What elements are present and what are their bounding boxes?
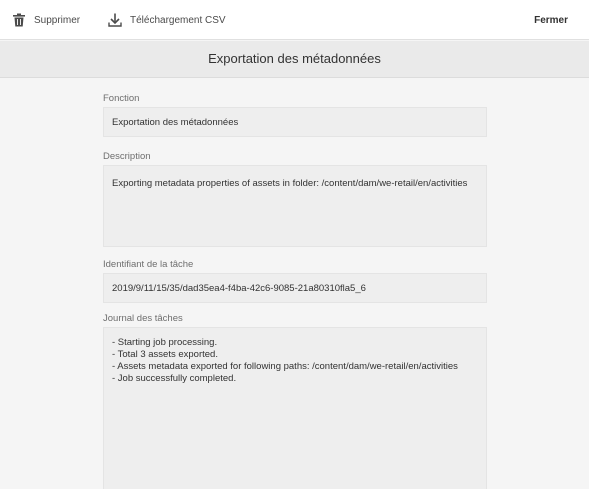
download-csv-label: Téléchargement CSV	[130, 14, 226, 26]
job-log-label: Journal des tâches	[103, 313, 183, 324]
delete-button[interactable]: Supprimer	[12, 11, 80, 29]
description-value: Exporting metadata properties of assets …	[103, 165, 487, 247]
download-icon	[108, 13, 122, 27]
trash-icon	[13, 13, 25, 27]
action-bar: Supprimer Téléchargement CSV Fermer	[0, 0, 589, 40]
description-label: Description	[103, 151, 151, 162]
delete-button-label: Supprimer	[34, 14, 81, 26]
function-value: Exportation des métadonnées	[103, 107, 487, 137]
log-line: - Job successfully completed.	[112, 373, 237, 384]
close-button[interactable]: Fermer	[534, 11, 568, 29]
job-id-value: 2019/9/11/15/35/dad35ea4-f4ba-42c6-9085-…	[103, 273, 487, 303]
log-line: - Total 3 assets exported.	[112, 349, 218, 360]
log-line: - Assets metadata exported for following…	[112, 361, 458, 372]
job-id-label: Identifiant de la tâche	[103, 259, 194, 270]
download-csv-button[interactable]: Téléchargement CSV	[108, 11, 226, 29]
job-log-field: Journal des tâches - Starting job proces…	[103, 310, 487, 489]
log-line: - Starting job processing.	[112, 337, 218, 348]
page-title: Exportation des métadonnées	[208, 51, 381, 66]
title-bar: Exportation des métadonnées	[0, 41, 589, 78]
function-field: Fonction Exportation des métadonnées	[103, 90, 487, 137]
function-label: Fonction	[103, 93, 140, 104]
close-button-label: Fermer	[534, 14, 568, 26]
job-details-form: Fonction Exportation des métadonnées Des…	[103, 90, 487, 489]
job-id-field: Identifiant de la tâche 2019/9/11/15/35/…	[103, 256, 487, 303]
description-field: Description Exporting metadata propertie…	[103, 148, 487, 247]
job-log-value[interactable]: - Starting job processing. - Total 3 ass…	[103, 327, 487, 489]
